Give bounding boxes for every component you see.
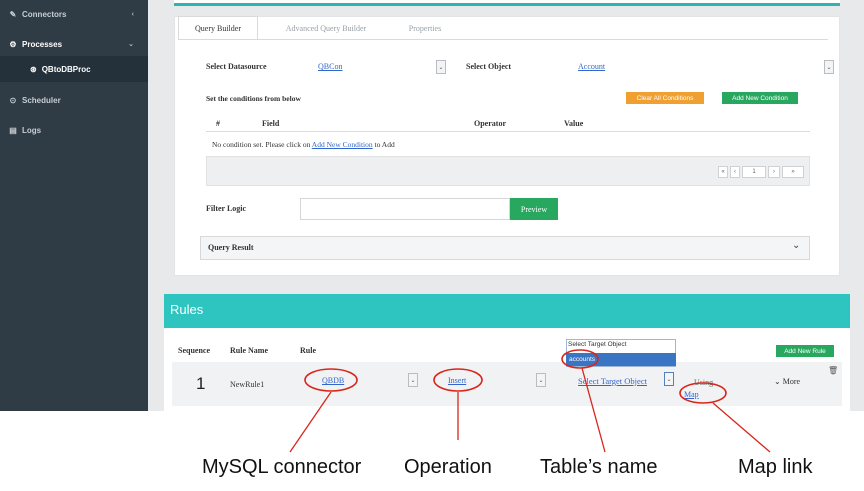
annotation-mysql-connector: MySQL connector	[202, 456, 362, 478]
map-highlight-ellipse	[679, 382, 727, 404]
annotation-map-link: Map link	[738, 456, 813, 478]
table-arrow	[581, 367, 606, 453]
connector-highlight-ellipse	[304, 368, 358, 392]
connector-arrow	[289, 391, 332, 453]
annotation-operation: Operation	[404, 456, 492, 478]
operation-highlight-ellipse	[433, 368, 483, 392]
map-arrow	[712, 402, 771, 453]
annotation-overlay	[289, 349, 771, 453]
table-highlight-ellipse	[561, 349, 599, 369]
annotation-table-name: Table’s name	[540, 456, 658, 478]
